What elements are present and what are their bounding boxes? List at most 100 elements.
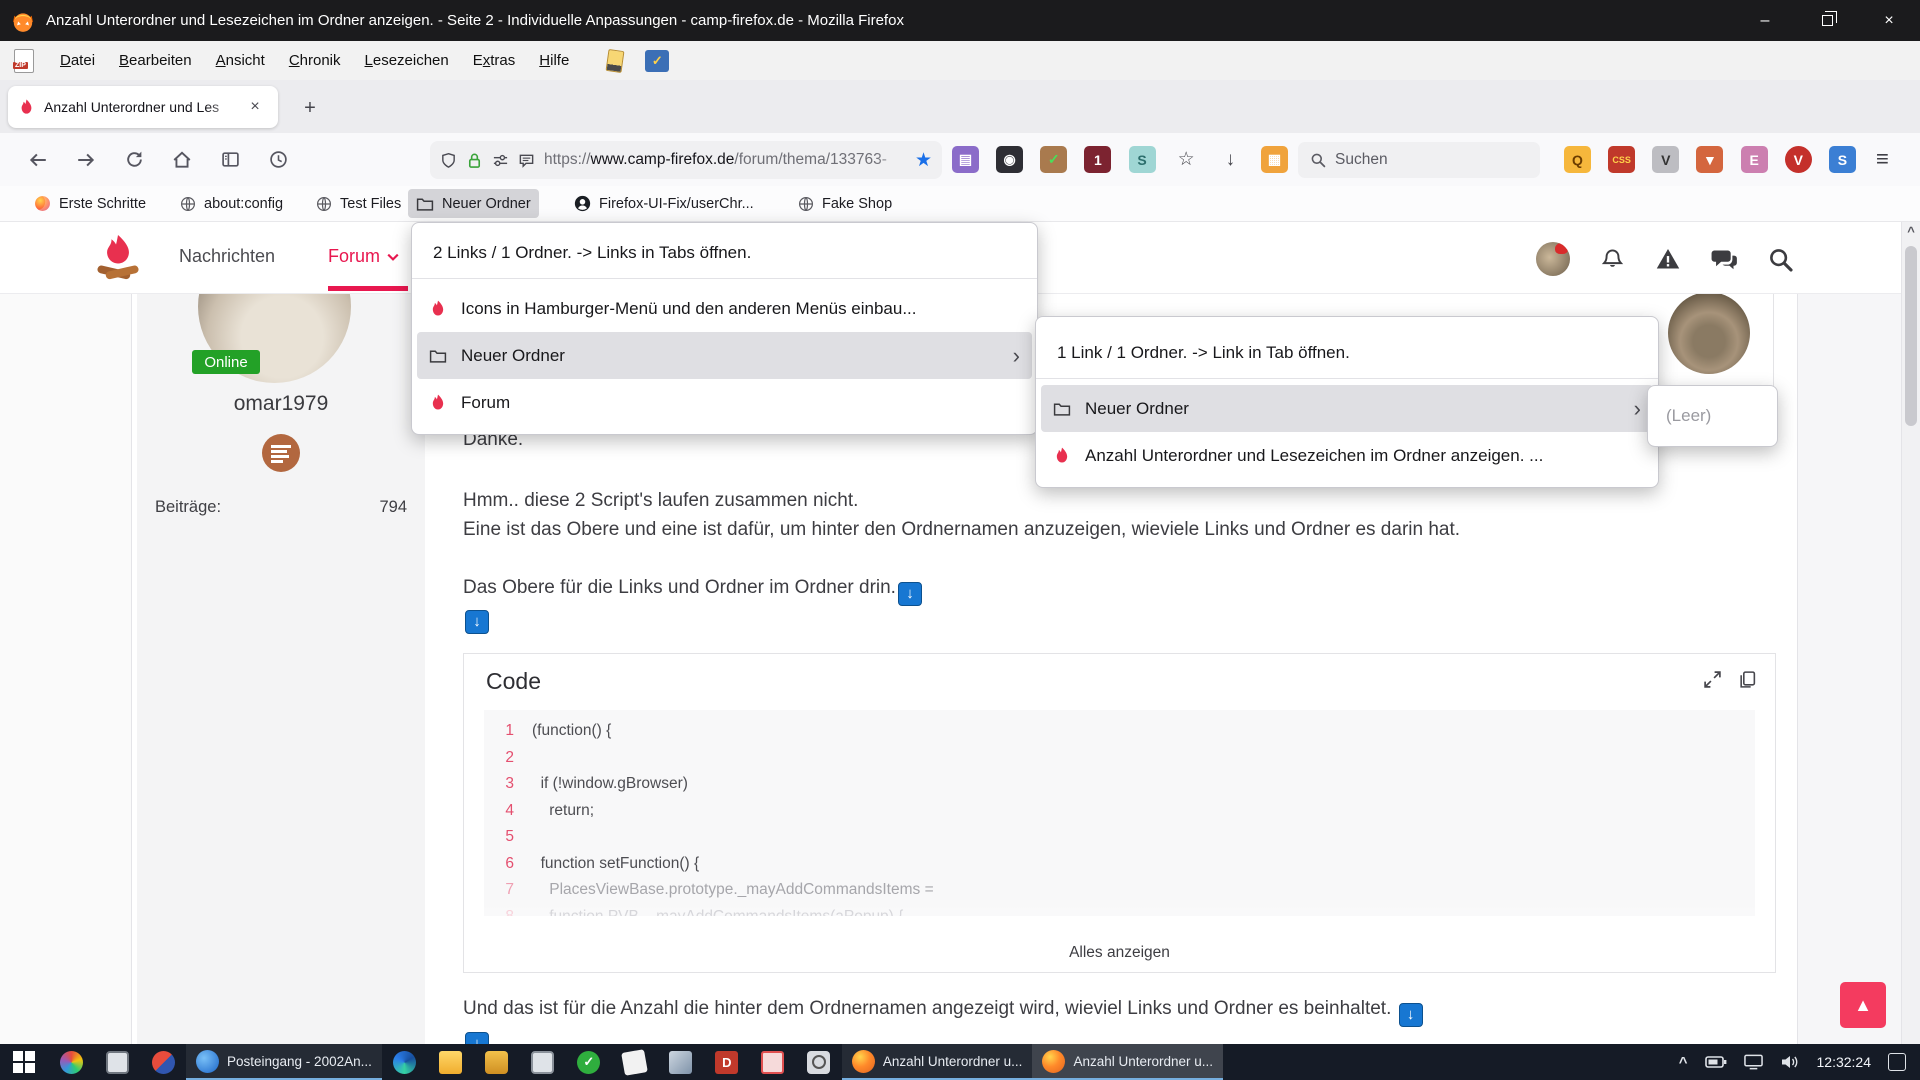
bookmark-star-extension-icon[interactable]: ☆	[1173, 146, 1200, 173]
menubar-item-datei[interactable]: Datei	[48, 48, 107, 73]
w3c-validator-icon[interactable]: ✓	[645, 50, 669, 72]
campfire-logo[interactable]	[94, 234, 142, 284]
menubar-item-chronik[interactable]: Chronik	[277, 48, 353, 73]
menubar-item-bearbeiten[interactable]: Bearbeiten	[107, 48, 204, 73]
menu-item-forum[interactable]: Forum	[417, 379, 1032, 426]
scroll-to-top-button[interactable]: ▲	[1840, 982, 1886, 1028]
taskbar-task-thunderbird[interactable]: Posteingang - 2002An...	[186, 1044, 382, 1080]
bookmark-neuer-ordner[interactable]: Neuer Ordner	[408, 189, 539, 218]
tracking-shield-icon[interactable]	[440, 152, 457, 169]
scrollbar[interactable]: ^	[1901, 222, 1920, 1044]
bookmark-star-icon[interactable]: ★	[915, 149, 932, 172]
comment-icon[interactable]	[518, 152, 535, 169]
menu-item-icons-in-hamburger-menü-und-de[interactable]: Icons in Hamburger-Menü und den anderen …	[417, 285, 1032, 332]
bookmark-firefox-ui-fix-userchr-[interactable]: Firefox-UI-Fix/userChr...	[566, 189, 762, 218]
taskbar-icon-remote-desktop[interactable]	[750, 1044, 796, 1080]
menubar-item-extras[interactable]: Extras	[461, 48, 528, 73]
blocker-badge-1-extension-icon[interactable]: 1	[1084, 146, 1111, 173]
user-avatar[interactable]	[1536, 242, 1570, 276]
display-icon[interactable]	[1744, 1054, 1763, 1070]
menubar-item-lesezeichen[interactable]: Lesezeichen	[353, 48, 461, 73]
session-manager-extension-icon[interactable]: ▤	[952, 146, 979, 173]
url-bar[interactable]: https://www.camp-firefox.de/forum/thema/…	[430, 141, 942, 179]
history-clock-button[interactable]	[262, 144, 294, 176]
taskbar-icon-phone-link[interactable]	[520, 1044, 566, 1080]
speaker-icon[interactable]	[1780, 1054, 1800, 1070]
taskbar-icon-snip-tool-app[interactable]	[140, 1044, 186, 1080]
calendar-grid-extension-icon[interactable]: ▦	[1261, 146, 1288, 173]
taskbar-icon-screenshot-app[interactable]	[796, 1044, 842, 1080]
taskbar-icon-monitor-chart-app[interactable]	[94, 1044, 140, 1080]
bookmark-test-files[interactable]: Test Files	[308, 189, 409, 218]
menu-item-neuer-ordner[interactable]: Neuer Ordner›	[417, 332, 1032, 379]
pencil-icon[interactable]	[606, 48, 625, 72]
copy-code-icon[interactable]	[1738, 670, 1757, 689]
expand-code-icon[interactable]	[1703, 670, 1722, 689]
taskbar-icon-file-explorer[interactable]	[428, 1044, 474, 1080]
site-search-icon[interactable]	[1768, 247, 1793, 272]
new-tab-button[interactable]: +	[296, 94, 324, 122]
taskbar-task-firefox[interactable]: Anzahl Unterordner u...	[1032, 1044, 1223, 1080]
scrollbar-up-arrow[interactable]: ^	[1902, 224, 1920, 239]
tray-expand-icon[interactable]: ^	[1679, 1054, 1688, 1071]
taskbar-icon-white-card-app[interactable]	[612, 1044, 658, 1080]
author-username[interactable]: omar1979	[137, 392, 425, 416]
start-button[interactable]	[0, 1044, 48, 1080]
clock-time[interactable]: 12:32:24	[1817, 1054, 1872, 1070]
v-box-extension-icon[interactable]: V	[1652, 146, 1679, 173]
close-button[interactable]: ×	[1858, 0, 1920, 41]
scrollbar-thumb[interactable]	[1905, 246, 1917, 426]
taskbar-icon-keepass[interactable]	[474, 1044, 520, 1080]
minimize-button[interactable]: –	[1734, 0, 1796, 41]
maximize-button[interactable]	[1796, 0, 1858, 41]
forward-button[interactable]	[70, 144, 102, 176]
downloads-extension-icon[interactable]: ↓	[1217, 146, 1244, 173]
active-tab[interactable]: Anzahl Unterordner und Les ×	[8, 86, 278, 128]
notifications-bell-icon[interactable]	[1600, 247, 1625, 272]
menubar-item-hilfe[interactable]: Hilfe	[527, 48, 581, 73]
reload-button[interactable]	[118, 144, 150, 176]
subfolder-summary[interactable]: 1 Link / 1 Ordner. -> Link in Tab öffnen…	[1036, 325, 1658, 378]
sidebar-button[interactable]	[214, 144, 246, 176]
taskbar-icon-edge-browser[interactable]	[382, 1044, 428, 1080]
permissions-icon[interactable]	[492, 152, 509, 169]
menubar-item-ansicht[interactable]: Ansicht	[204, 48, 277, 73]
hamburger-menu-icon[interactable]: ≡	[1876, 146, 1889, 172]
tab-close-icon[interactable]: ×	[244, 96, 266, 118]
taskbar-icon-antivirus-check[interactable]: ✓	[566, 1044, 612, 1080]
privacy-rings-extension-icon[interactable]: ◉	[996, 146, 1023, 173]
bookmark-fake-shop[interactable]: Fake Shop	[790, 189, 900, 218]
taskbar-icon-color-wheel-app[interactable]	[48, 1044, 94, 1080]
photo-editor-extension-icon[interactable]: E	[1741, 146, 1768, 173]
bookmark-about-config[interactable]: about:config	[172, 189, 291, 218]
battery-icon[interactable]	[1705, 1055, 1727, 1069]
zip-document-icon[interactable]	[14, 49, 34, 73]
sync-tool-extension-icon[interactable]: S	[1829, 146, 1856, 173]
highlighter-extension-icon[interactable]: Q	[1564, 146, 1591, 173]
home-button[interactable]	[166, 144, 198, 176]
search-box[interactable]: Suchen	[1298, 142, 1540, 178]
scroll-tool-extension-icon[interactable]: ▼	[1696, 146, 1723, 173]
url-text[interactable]: https://www.camp-firefox.de/forum/thema/…	[544, 151, 906, 169]
cookie-autodelete-extension-icon[interactable]: ✓	[1040, 146, 1067, 173]
stylus-extension-icon[interactable]: S	[1129, 146, 1156, 173]
taskbar-icon-notes-app[interactable]	[658, 1044, 704, 1080]
bookmark-erste-schritte[interactable]: Erste Schritte	[26, 189, 154, 218]
css-tool-extension-icon[interactable]: CSS	[1608, 146, 1635, 173]
taskbar-task-firefox[interactable]: Anzahl Unterordner u...	[842, 1044, 1033, 1080]
video-helper-extension-icon[interactable]: V	[1785, 146, 1812, 173]
second-author-avatar[interactable]	[1668, 292, 1750, 374]
nav-messages[interactable]: Nachrichten	[179, 246, 275, 267]
show-all-link[interactable]: Alles anzeigen	[464, 944, 1775, 962]
messages-chat-icon[interactable]	[1711, 247, 1738, 272]
warning-icon[interactable]	[1655, 246, 1681, 272]
menu-item-anzahl-unterordner-und-lesezei[interactable]: Anzahl Unterordner und Lesezeichen im Or…	[1041, 432, 1653, 479]
nav-forum[interactable]: Forum	[328, 246, 399, 267]
notification-center-icon[interactable]	[1888, 1053, 1906, 1071]
lock-icon[interactable]	[466, 152, 483, 169]
folder-summary[interactable]: 2 Links / 1 Ordner. -> Links in Tabs öff…	[412, 231, 1037, 278]
menu-item-neuer-ordner[interactable]: Neuer Ordner›	[1041, 385, 1653, 432]
taskbar-icon-d-launcher[interactable]: D	[704, 1044, 750, 1080]
notes-app-icon	[669, 1051, 692, 1074]
back-button[interactable]	[22, 144, 54, 176]
